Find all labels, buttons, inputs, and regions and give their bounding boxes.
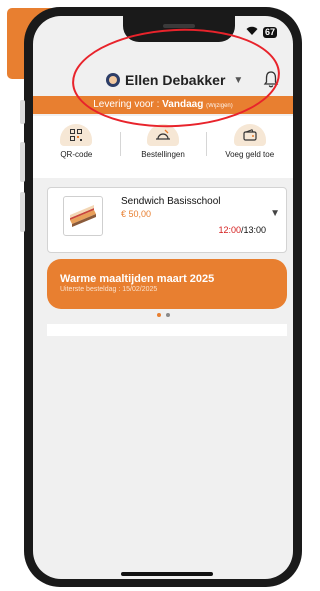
status-bar: 67	[246, 26, 277, 38]
action-label: QR-code	[60, 150, 93, 159]
carousel-dot[interactable]	[166, 313, 170, 317]
orders-icon	[147, 124, 179, 146]
promo-title: Warme maaltijden maart 2025	[60, 273, 215, 285]
order-card[interactable]: Sendwich Basisschool € 50,00 12:00/13:00…	[47, 187, 287, 253]
action-label: Bestellingen	[141, 150, 185, 159]
action-label: Voeg geld toe	[225, 150, 275, 159]
carousel-dots	[157, 313, 170, 317]
carousel-dot-active[interactable]	[157, 313, 161, 317]
promo-banner[interactable]: Warme maaltijden maart 2025 Uiterste bes…	[47, 259, 287, 309]
side-button-volume-up	[20, 142, 25, 182]
sandwich-image	[63, 196, 103, 236]
content-placeholder	[47, 324, 287, 336]
battery-icon: 67	[262, 26, 277, 38]
wifi-icon	[246, 26, 258, 38]
expand-icon[interactable]: ▼	[270, 208, 280, 219]
time-end: /13:00	[240, 225, 266, 235]
qr-code-icon	[60, 124, 93, 146]
side-button-mute	[20, 100, 25, 124]
product-price: € 50,00	[121, 209, 152, 219]
time-start: 12:00	[218, 225, 241, 235]
delivery-time: 12:00/13:00	[218, 225, 266, 235]
home-indicator	[121, 572, 213, 576]
promo-subtitle: Uiterste besteldag : 15/02/2025	[60, 286, 158, 293]
action-qr-code[interactable]: QR-code	[33, 116, 120, 178]
action-add-money[interactable]: Voeg geld toe	[206, 116, 293, 178]
product-name: Sendwich Basisschool	[121, 196, 221, 207]
wallet-icon	[233, 124, 266, 146]
side-button-volume-down	[20, 192, 25, 232]
